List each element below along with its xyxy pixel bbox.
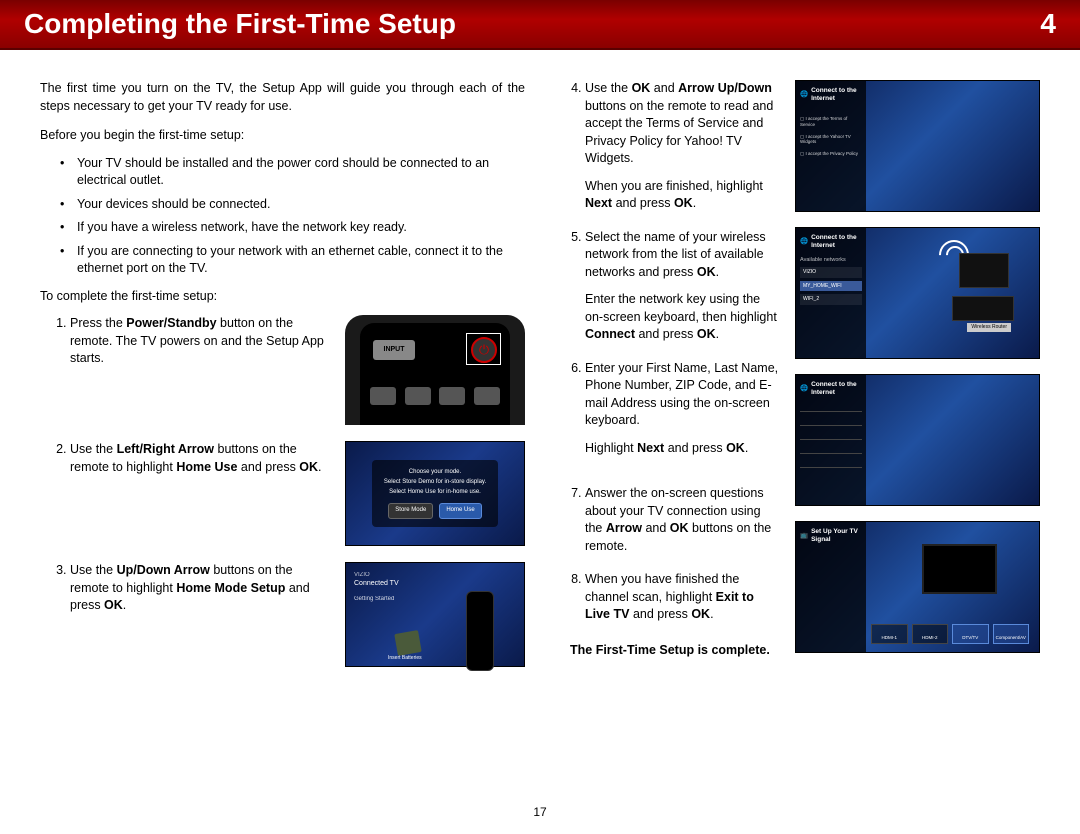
step-2-text: Use the Left/Right Arrow buttons on the … (70, 441, 330, 476)
tv-device-icon (959, 253, 1009, 288)
step-1-text: Press the Power/Standby button on the re… (70, 315, 330, 368)
step-2: Use the Left/Right Arrow buttons on the … (70, 441, 525, 546)
power-highlight-box (466, 333, 501, 365)
mode-screen-image: Choose your mode. Select Store Demo for … (345, 441, 525, 546)
bullet-item: If you are connecting to your network wi… (65, 243, 525, 278)
tos-screen-image: 🌐Connect to the Internet ▢ I accept the … (795, 80, 1040, 212)
bullet-item: Your devices should be connected. (65, 196, 525, 214)
store-mode-button: Store Mode (388, 503, 433, 519)
step-8: When you have finished the channel scan,… (585, 571, 780, 624)
left-column: The first time you turn on the TV, the S… (40, 80, 525, 683)
remote-overlay-icon (466, 591, 494, 671)
home-use-button: Home Use (439, 503, 481, 519)
input-button-label: INPUT (373, 340, 415, 360)
before-heading: Before you begin the first-time setup: (40, 127, 525, 145)
batteries-icon (394, 630, 421, 656)
connected-tv-image: VIZIO Connected TV Getting Started Inser… (345, 562, 525, 667)
bullet-item: If you have a wireless network, have the… (65, 219, 525, 237)
signal-screen-image: 📺Set Up Your TV Signal HDMI-1 HDMI-2 DTV… (795, 521, 1040, 653)
step-4: Use the OK and Arrow Up/Down buttons on … (585, 80, 780, 213)
network-screen-image: 🌐Connect to the Internet Available netwo… (795, 227, 1040, 359)
step-1: Press the Power/Standby button on the re… (70, 315, 525, 425)
tv-graphic-icon (922, 544, 997, 594)
right-steps: Use the OK and Arrow Up/Down buttons on … (555, 80, 780, 624)
remote-image: INPUT ⏻ (345, 315, 525, 425)
chapter-title: Completing the First-Time Setup (24, 8, 456, 40)
step-3-text: Use the Up/Down Arrow buttons on the rem… (70, 562, 330, 615)
step-3: Use the Up/Down Arrow buttons on the rem… (70, 562, 525, 667)
complete-heading: To complete the first-time setup: (40, 288, 525, 306)
completion-message: The First-Time Setup is complete. (570, 642, 780, 660)
step-7: Answer the on-screen questions about you… (585, 485, 780, 555)
globe-icon: 🌐 (800, 238, 808, 246)
chapter-header: Completing the First-Time Setup 4 (0, 0, 1080, 50)
router-device-icon (952, 296, 1014, 321)
bullet-item: Your TV should be installed and the powe… (65, 155, 525, 190)
tv-icon: 📺 (800, 532, 808, 540)
left-steps: Press the Power/Standby button on the re… (40, 315, 525, 667)
step-5: Select the name of your wireless network… (585, 229, 780, 344)
step-6: Enter your First Name, Last Name, Phone … (585, 360, 780, 458)
right-screenshots: 🌐Connect to the Internet ▢ I accept the … (795, 80, 1040, 683)
page-content: The first time you turn on the TV, the S… (0, 50, 1080, 693)
intro-paragraph: The first time you turn on the TV, the S… (40, 80, 525, 115)
right-column: Use the OK and Arrow Up/Down buttons on … (555, 80, 1040, 683)
page-number: 17 (0, 805, 1080, 819)
chapter-number: 4 (1040, 8, 1056, 40)
globe-icon: 🌐 (800, 385, 808, 393)
globe-icon: 🌐 (800, 91, 808, 99)
prerequisite-list: Your TV should be installed and the powe… (40, 155, 525, 278)
form-screen-image: 🌐Connect to the Internet (795, 374, 1040, 506)
